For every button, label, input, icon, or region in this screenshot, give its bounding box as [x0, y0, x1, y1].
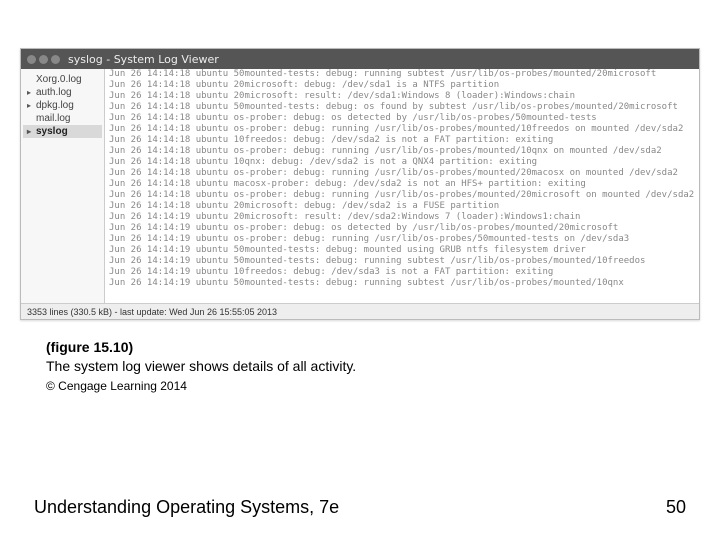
log-line: Jun 26 14:14:18 ubuntu 20microsoft: resu… — [105, 91, 699, 102]
sidebar-item-label: mail.log — [36, 113, 70, 124]
expand-icon[interactable]: ▸ — [25, 128, 33, 136]
slide: syslog - System Log Viewer Xorg.0.log ▸ … — [0, 0, 720, 540]
log-line: Jun 26 14:14:19 ubuntu 20microsoft: resu… — [105, 212, 699, 223]
log-line: Jun 26 14:14:18 ubuntu os-prober: debug:… — [105, 124, 699, 135]
status-text: 3353 lines (330.5 kB) - last update: Wed… — [27, 307, 277, 317]
syslog-viewer-window: syslog - System Log Viewer Xorg.0.log ▸ … — [20, 48, 700, 320]
blank-icon — [25, 76, 33, 84]
page-number: 50 — [666, 497, 686, 518]
sidebar-item-label: dpkg.log — [36, 100, 74, 111]
log-line: Jun 26 14:14:18 ubuntu 20microsoft: debu… — [105, 201, 699, 212]
window-body: Xorg.0.log ▸ auth.log ▸ dpkg.log mail.lo… — [21, 69, 699, 303]
sidebar-item-label: Xorg.0.log — [36, 74, 82, 85]
log-line: Jun 26 14:14:18 ubuntu 20microsoft: debu… — [105, 80, 699, 91]
log-line: Jun 26 14:14:19 ubuntu 50mounted-tests: … — [105, 256, 699, 267]
log-line: Jun 26 14:14:18 ubuntu 10qnx: debug: /de… — [105, 157, 699, 168]
log-line: Jun 26 14:14:18 ubuntu macosx-prober: de… — [105, 179, 699, 190]
log-line: Jun 26 14:14:19 ubuntu os-prober: debug:… — [105, 223, 699, 234]
close-icon[interactable] — [27, 55, 36, 64]
log-line: Jun 26 14:14:19 ubuntu os-prober: debug:… — [105, 234, 699, 245]
book-title: Understanding Operating Systems, 7e — [34, 497, 339, 518]
log-line: Jun 26 14:14:19 ubuntu 10freedos: debug:… — [105, 267, 699, 278]
sidebar-item-xorg[interactable]: Xorg.0.log — [23, 73, 102, 86]
sidebar-item-auth[interactable]: ▸ auth.log — [23, 86, 102, 99]
sidebar-item-label: syslog — [36, 126, 68, 137]
log-line: Jun 26 14:14:18 ubuntu os-prober: debug:… — [105, 146, 699, 157]
status-bar: 3353 lines (330.5 kB) - last update: Wed… — [21, 303, 699, 319]
sidebar-item-dpkg[interactable]: ▸ dpkg.log — [23, 99, 102, 112]
figure-number: (figure 15.10) — [46, 338, 666, 357]
log-line: Jun 26 14:14:18 ubuntu 10freedos: debug:… — [105, 135, 699, 146]
maximize-icon[interactable] — [51, 55, 60, 64]
log-line: Jun 26 14:14:18 ubuntu 50mounted-tests: … — [105, 69, 699, 80]
log-line: Jun 26 14:14:18 ubuntu os-prober: debug:… — [105, 168, 699, 179]
log-line: Jun 26 14:14:18 ubuntu os-prober: debug:… — [105, 190, 699, 201]
sidebar-item-mail[interactable]: mail.log — [23, 112, 102, 125]
expand-icon[interactable]: ▸ — [25, 89, 33, 97]
window-title: syslog - System Log Viewer — [68, 53, 219, 66]
window-controls[interactable] — [27, 55, 60, 64]
expand-icon[interactable]: ▸ — [25, 102, 33, 110]
log-line: Jun 26 14:14:18 ubuntu 50mounted-tests: … — [105, 102, 699, 113]
log-content-pane[interactable]: Jun 26 14:14:18 ubuntu 50mounted-tests: … — [105, 69, 699, 303]
log-line: Jun 26 14:14:18 ubuntu os-prober: debug:… — [105, 113, 699, 124]
log-line: Jun 26 14:14:19 ubuntu 50mounted-tests: … — [105, 278, 699, 289]
sidebar-item-syslog[interactable]: ▸ syslog — [23, 125, 102, 138]
log-line: Jun 26 14:14:19 ubuntu 50mounted-tests: … — [105, 245, 699, 256]
figure-caption: (figure 15.10) The system log viewer sho… — [46, 338, 666, 394]
sidebar-item-label: auth.log — [36, 87, 72, 98]
titlebar[interactable]: syslog - System Log Viewer — [21, 49, 699, 69]
copyright: © Cengage Learning 2014 — [46, 378, 666, 394]
blank-icon — [25, 115, 33, 123]
minimize-icon[interactable] — [39, 55, 48, 64]
figure-text: The system log viewer shows details of a… — [46, 357, 666, 376]
log-source-sidebar: Xorg.0.log ▸ auth.log ▸ dpkg.log mail.lo… — [21, 69, 105, 303]
